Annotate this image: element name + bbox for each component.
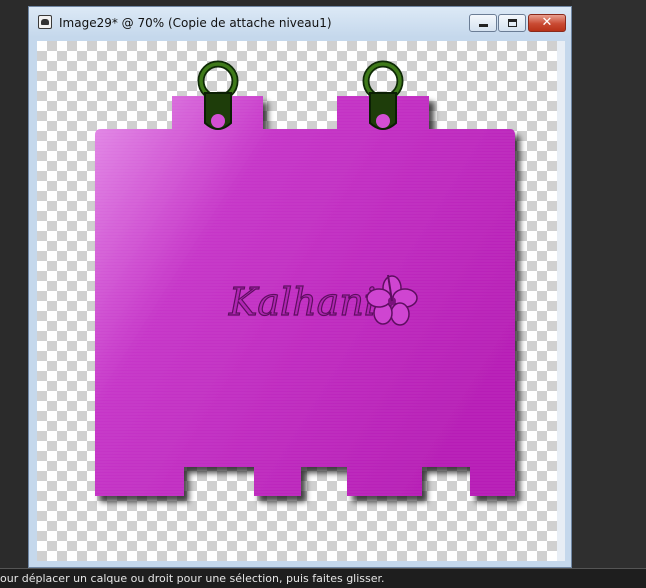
minimize-icon bbox=[479, 24, 488, 27]
image-canvas[interactable]: Kalhania bbox=[37, 41, 557, 561]
status-bar: our déplacer un calque ou droit pour une… bbox=[0, 568, 646, 588]
vertical-scrollbar[interactable] bbox=[557, 41, 565, 561]
window-title: Image29* @ 70% (Copie de attache niveau1… bbox=[59, 16, 332, 30]
image-document-window[interactable]: Image29* @ 70% (Copie de attache niveau1… bbox=[28, 6, 572, 568]
ring-clip-left-icon bbox=[197, 60, 239, 130]
maximize-icon bbox=[508, 19, 517, 27]
close-icon: ✕ bbox=[541, 15, 553, 30]
right-panel-background bbox=[572, 0, 646, 568]
ring-clip-right-icon bbox=[362, 60, 404, 130]
canvas-artwork: Kalhania bbox=[95, 60, 515, 496]
status-text: our déplacer un calque ou droit pour une… bbox=[0, 572, 385, 585]
minimize-button[interactable] bbox=[469, 14, 497, 32]
image-document-icon[interactable] bbox=[38, 15, 52, 29]
maximize-button[interactable] bbox=[498, 14, 526, 32]
close-button[interactable]: ✕ bbox=[528, 14, 566, 32]
window-titlebar[interactable]: Image29* @ 70% (Copie de attache niveau1… bbox=[29, 7, 571, 37]
kalhania-logo: Kalhania bbox=[227, 274, 418, 326]
